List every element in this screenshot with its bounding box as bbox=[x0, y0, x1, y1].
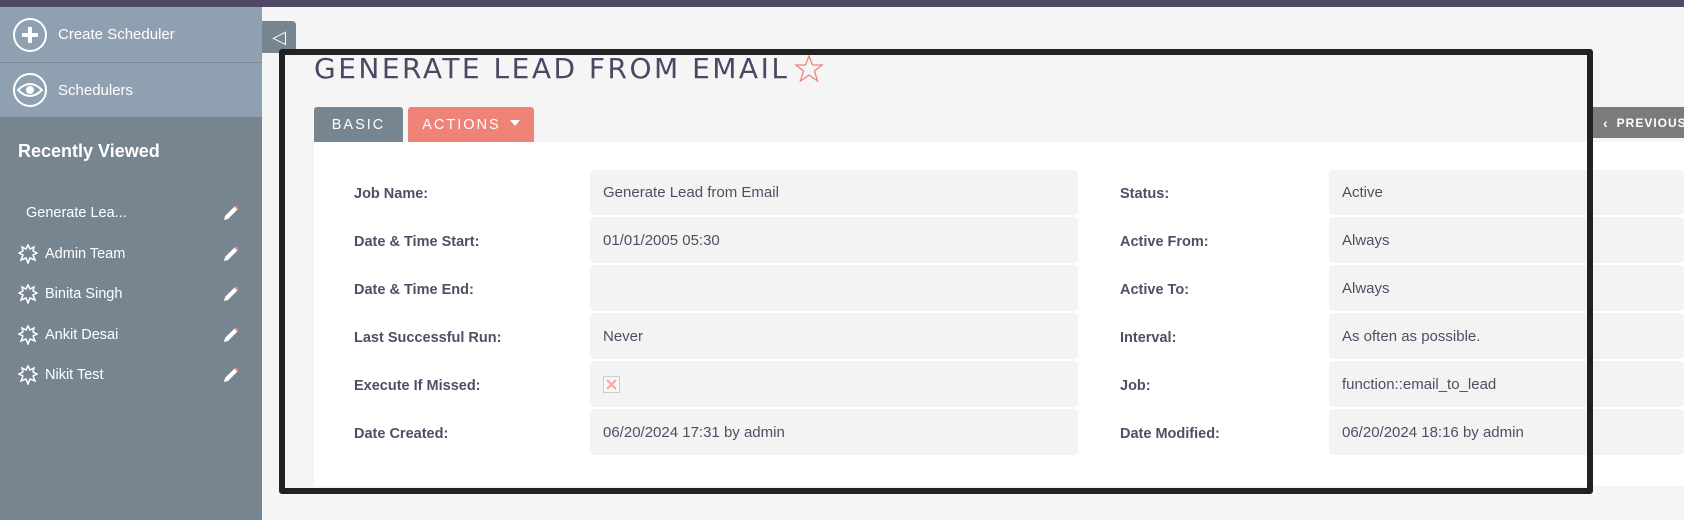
actions-label: ACTIONS bbox=[422, 116, 501, 133]
recently-viewed-list: Generate Lea... Admin Team Binita Singh … bbox=[0, 193, 262, 396]
recent-item[interactable]: Nikit Test bbox=[0, 355, 262, 396]
field-label: Active To: bbox=[1120, 282, 1190, 298]
recent-item-label: Admin Team bbox=[45, 245, 126, 262]
field-label: Interval: bbox=[1120, 330, 1177, 346]
star-burst-icon bbox=[18, 284, 38, 305]
recent-item[interactable]: Admin Team bbox=[0, 234, 262, 275]
field-value-date-modified: 06/20/2024 18:16 by admin bbox=[1329, 409, 1684, 455]
pencil-icon[interactable] bbox=[222, 366, 240, 384]
recent-item[interactable]: Ankit Desai bbox=[0, 315, 262, 356]
field-label: Execute If Missed: bbox=[354, 378, 481, 394]
pencil-icon[interactable] bbox=[222, 245, 240, 263]
triangle-left-icon: ◁ bbox=[272, 26, 286, 47]
field-label: Active From: bbox=[1120, 234, 1209, 250]
sidebar: Create Scheduler Schedulers Recently Vie… bbox=[0, 7, 262, 520]
schedulers-label: Schedulers bbox=[58, 81, 134, 99]
pencil-icon[interactable] bbox=[222, 204, 240, 222]
field-value-status: Active bbox=[1329, 170, 1684, 215]
page-title: GENERATE LEAD FROM EMAIL bbox=[314, 52, 790, 85]
field-label: Job: bbox=[1120, 378, 1151, 394]
execute-if-missed-checkbox[interactable] bbox=[603, 375, 620, 393]
previous-button[interactable]: ‹ PREVIOUS bbox=[1593, 107, 1684, 138]
field-value-execute-if-missed bbox=[590, 361, 1078, 407]
plus-icon bbox=[13, 17, 47, 52]
x-mark-icon bbox=[606, 378, 617, 390]
recent-item[interactable]: Binita Singh bbox=[0, 274, 262, 315]
star-burst-icon bbox=[18, 243, 38, 264]
chevron-left-icon: ‹ bbox=[1603, 114, 1609, 131]
favorite-star-icon[interactable] bbox=[793, 53, 825, 85]
recent-item-label: Generate Lea... bbox=[26, 205, 127, 222]
field-label: Status: bbox=[1120, 186, 1170, 202]
pencil-icon[interactable] bbox=[222, 285, 240, 303]
create-scheduler-action[interactable]: Create Scheduler bbox=[0, 7, 262, 62]
detail-panel: Job Name: Generate Lead from Email Date … bbox=[314, 142, 1684, 486]
field-value-active-from: Always bbox=[1329, 217, 1684, 263]
page-title-bar: GENERATE LEAD FROM EMAIL bbox=[314, 52, 825, 85]
field-label: Job Name: bbox=[354, 186, 429, 202]
field-value-active-to: Always bbox=[1329, 265, 1684, 311]
top-bar bbox=[0, 0, 1684, 7]
tab-basic-label: BASIC bbox=[331, 116, 386, 133]
field-value-job-name: Generate Lead from Email bbox=[590, 170, 1078, 215]
field-label: Date & Time Start: bbox=[354, 234, 480, 250]
star-burst-icon bbox=[18, 365, 38, 386]
star-burst-icon bbox=[18, 324, 38, 345]
field-value-last-successful-run: Never bbox=[590, 313, 1078, 359]
pencil-icon[interactable] bbox=[222, 326, 240, 344]
actions-dropdown-button[interactable]: ACTIONS bbox=[408, 107, 534, 142]
field-value-interval: As often as possible. bbox=[1329, 313, 1684, 359]
caret-down-icon bbox=[509, 119, 520, 126]
previous-label: PREVIOUS bbox=[1616, 115, 1684, 130]
field-value-date-created: 06/20/2024 17:31 by admin bbox=[590, 409, 1078, 455]
field-value-job: function::email_to_lead bbox=[1329, 361, 1684, 407]
tab-basic[interactable]: BASIC bbox=[314, 107, 403, 142]
field-value-date-time-end bbox=[590, 265, 1078, 311]
field-label: Date Modified: bbox=[1120, 426, 1220, 442]
recent-item[interactable]: Generate Lea... bbox=[0, 193, 262, 234]
field-label: Date Created: bbox=[354, 426, 449, 442]
schedulers-action[interactable]: Schedulers bbox=[0, 62, 262, 117]
create-scheduler-label: Create Scheduler bbox=[58, 26, 175, 43]
recent-item-label: Binita Singh bbox=[45, 286, 123, 303]
recent-item-label: Nikit Test bbox=[45, 367, 104, 384]
field-value-date-time-start: 01/01/2005 05:30 bbox=[590, 217, 1078, 263]
recent-item-label: Ankit Desai bbox=[45, 326, 119, 343]
eye-icon bbox=[13, 73, 47, 107]
field-label: Date & Time End: bbox=[354, 282, 474, 298]
collapse-sidebar-button[interactable]: ◁ bbox=[262, 21, 296, 53]
field-label: Last Successful Run: bbox=[354, 330, 502, 346]
recently-viewed-heading: Recently Viewed bbox=[18, 141, 160, 161]
